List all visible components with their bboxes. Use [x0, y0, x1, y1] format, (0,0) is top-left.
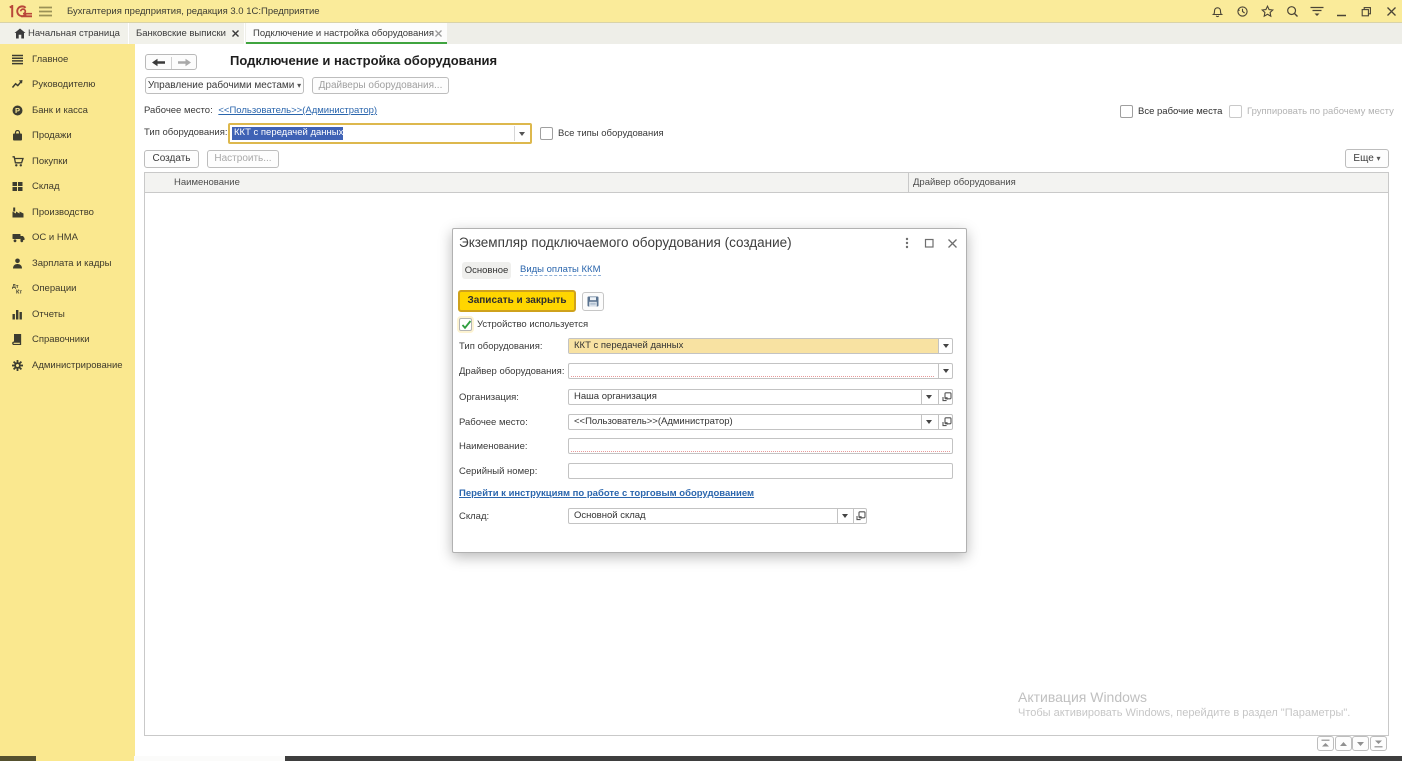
svg-text:Р: Р	[15, 106, 20, 115]
svg-text:Кт: Кт	[16, 290, 22, 295]
